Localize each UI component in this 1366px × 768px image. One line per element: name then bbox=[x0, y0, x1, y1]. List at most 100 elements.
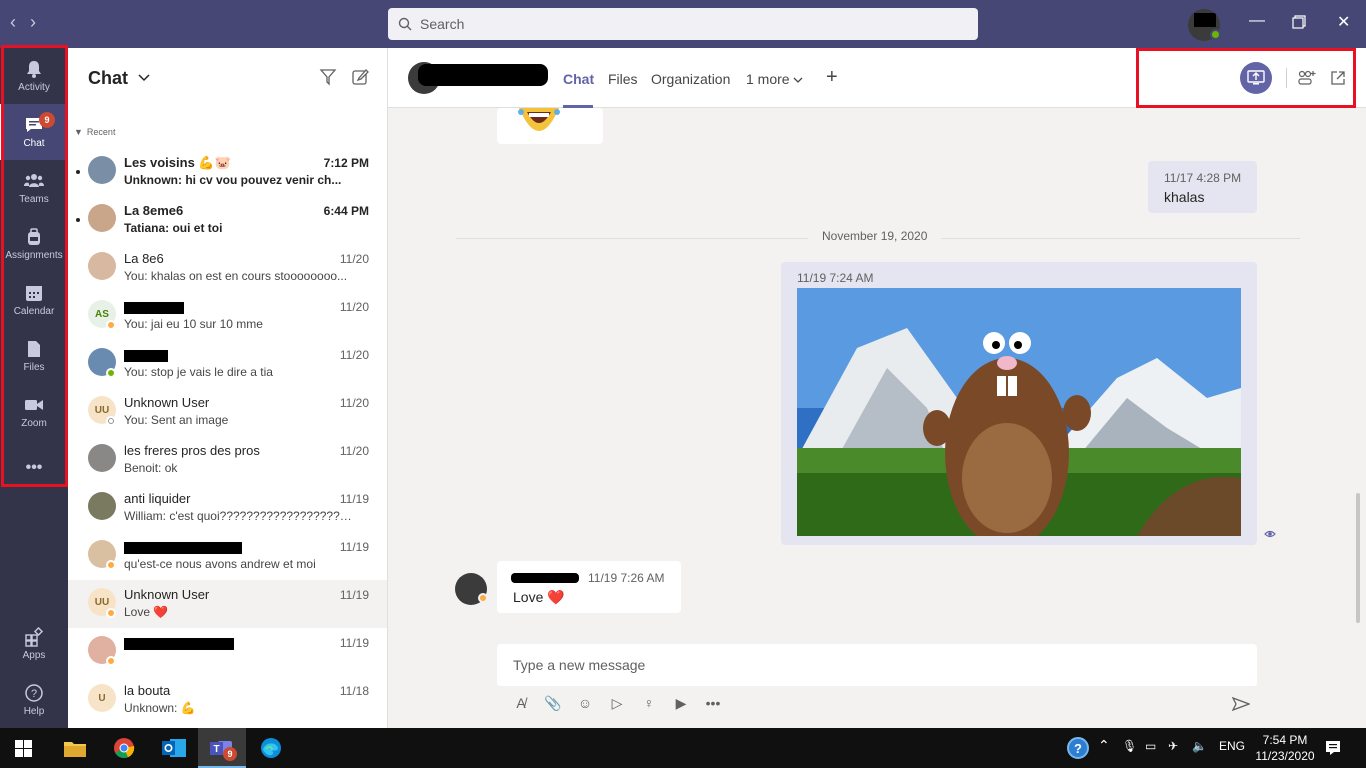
sticker-icon[interactable]: ▷ bbox=[608, 694, 626, 712]
chat-time: 6:44 PM bbox=[323, 204, 369, 218]
chat-preview: Love ❤️ bbox=[124, 605, 169, 619]
notifications-icon[interactable] bbox=[1325, 740, 1341, 756]
avatar bbox=[88, 492, 116, 520]
chat-time: 11/19 bbox=[339, 636, 369, 650]
close-icon[interactable]: ✕ bbox=[1337, 12, 1350, 32]
chat-list-rows: Les voisins 💪🐷 7:12 PM Unknown: hi cv vou … bbox=[68, 148, 387, 724]
outlook-icon[interactable] bbox=[160, 734, 188, 762]
shared-image[interactable] bbox=[797, 288, 1241, 536]
redacted-contact-name bbox=[124, 635, 234, 650]
filter-icon[interactable] bbox=[319, 68, 337, 86]
message-text: Love ❤️ bbox=[513, 589, 565, 605]
tab-chat[interactable]: Chat bbox=[563, 71, 594, 87]
chat-list-item[interactable]: AS 11/20 You: jai eu 10 sur 10 mme bbox=[68, 292, 387, 340]
received-message-bubble[interactable]: 11/19 7:26 AM Love ❤️ bbox=[497, 561, 681, 613]
minimize-icon[interactable]: — bbox=[1249, 12, 1265, 30]
message-compose-box[interactable]: Type a new message bbox=[497, 644, 1257, 688]
presence-status-icon bbox=[106, 560, 116, 570]
praise-icon[interactable]: ♀ bbox=[640, 694, 658, 712]
help-tray-icon[interactable]: ? bbox=[1067, 737, 1089, 759]
conversation-scrollbar[interactable] bbox=[1356, 493, 1360, 623]
teams-taskbar-badge: 9 bbox=[223, 747, 237, 761]
avatar bbox=[88, 444, 116, 472]
message-text: khalas bbox=[1164, 189, 1205, 205]
calendar-icon bbox=[26, 286, 42, 301]
rail-item-help[interactable]: ? Help bbox=[0, 672, 68, 728]
chat-list-item[interactable]: les freres pros des pros 11/20 Benoit: ok bbox=[68, 436, 387, 484]
send-icon[interactable] bbox=[1232, 697, 1250, 711]
new-chat-icon[interactable] bbox=[351, 68, 369, 86]
edge-icon[interactable] bbox=[257, 734, 285, 762]
microphone-icon[interactable]: 🎙 bbox=[1122, 739, 1137, 753]
chat-list-item[interactable]: Les voisins 💪🐷 7:12 PM Unknown: hi cv vou … bbox=[68, 148, 387, 196]
chat-list-item[interactable]: 11/19 bbox=[68, 628, 387, 676]
chat-list-item[interactable]: La 8eme6 6:44 PM Tatiana: oui et toi bbox=[68, 196, 387, 244]
more-apps-button[interactable]: ••• bbox=[0, 440, 68, 496]
recent-section-header[interactable]: ▼ Recent bbox=[68, 108, 387, 148]
system-clock[interactable]: 7:54 PM 11/23/2020 bbox=[1252, 732, 1318, 764]
chat-time: 11/19 bbox=[339, 540, 369, 554]
chat-preview: You: stop je vais le dire a tia bbox=[124, 365, 273, 379]
chat-list-item[interactable]: UU Unknown User 11/20 You: Sent an image bbox=[68, 388, 387, 436]
airplane-mode-icon[interactable]: ✈ bbox=[1168, 739, 1178, 753]
chevron-up-icon[interactable]: ⌃ bbox=[1098, 737, 1110, 754]
chat-preview: Tatiana: oui et toi bbox=[124, 221, 223, 235]
tab-more[interactable]: 1 more bbox=[746, 71, 803, 87]
presence-status-icon bbox=[106, 416, 116, 426]
tab-organization[interactable]: Organization bbox=[651, 71, 730, 87]
chevron-down-icon[interactable] bbox=[138, 71, 150, 85]
search-icon bbox=[398, 17, 412, 31]
search-placeholder: Search bbox=[420, 16, 465, 32]
emoji-icon[interactable]: ☺ bbox=[576, 694, 594, 712]
sent-message-bubble[interactable]: 11/17 4:28 PM khalas bbox=[1148, 161, 1257, 213]
add-people-icon[interactable] bbox=[1298, 70, 1316, 86]
chat-list-title[interactable]: Chat bbox=[88, 68, 128, 89]
chat-time: 7:12 PM bbox=[323, 156, 369, 170]
chat-list-item[interactable]: 11/20 You: stop je vais le dire a tia bbox=[68, 340, 387, 388]
share-screen-button[interactable] bbox=[1240, 62, 1272, 94]
rail-item-assignments[interactable]: Assignments bbox=[0, 216, 68, 272]
search-input[interactable]: Search bbox=[388, 8, 978, 40]
rail-item-activity[interactable]: Activity bbox=[0, 48, 68, 104]
restore-icon[interactable] bbox=[1292, 15, 1306, 34]
rail-item-files[interactable]: Files bbox=[0, 328, 68, 384]
chat-list-item[interactable]: 11/19 qu'est-ce nous avons andrew et moi bbox=[68, 532, 387, 580]
attach-icon[interactable]: 📎 bbox=[544, 694, 562, 712]
chevron-down-icon bbox=[794, 77, 803, 83]
pop-out-icon[interactable] bbox=[1330, 70, 1346, 86]
volume-icon[interactable]: 🔈 bbox=[1192, 739, 1207, 753]
file-explorer-icon[interactable] bbox=[61, 734, 89, 762]
chat-list-item[interactable]: anti liquider 11/19 William: c'est quoi???… bbox=[68, 484, 387, 532]
chat-list-item[interactable]: Ula bouta 11/18 Unknown: 💪 bbox=[68, 676, 387, 724]
add-tab-icon[interactable]: + bbox=[826, 66, 838, 89]
help-icon: ? bbox=[25, 684, 43, 702]
presence-status-icon bbox=[106, 608, 116, 618]
format-icon[interactable]: A̸ bbox=[512, 694, 530, 712]
avatar bbox=[88, 156, 116, 184]
battery-icon[interactable]: ▭ bbox=[1145, 739, 1156, 753]
chevron-left-icon[interactable]: ‹ bbox=[10, 12, 16, 33]
windows-start-icon[interactable] bbox=[15, 740, 32, 757]
rail-item-teams[interactable]: Teams bbox=[0, 160, 68, 216]
rail-item-apps[interactable]: Apps bbox=[0, 616, 68, 672]
chrome-icon[interactable] bbox=[110, 734, 138, 762]
rail-item-zoom[interactable]: Zoom bbox=[0, 384, 68, 440]
chat-preview: qu'est-ce nous avons andrew et moi bbox=[124, 557, 316, 571]
rail-item-chat[interactable]: Chat 9 bbox=[0, 104, 68, 160]
chat-list-item[interactable]: UU Unknown User 11/19 Love ❤️ bbox=[68, 580, 387, 628]
message-timestamp: 11/17 4:28 PM bbox=[1164, 171, 1242, 185]
laughing-emoji-icon bbox=[518, 108, 560, 131]
youtube-icon[interactable]: ▶ bbox=[672, 694, 690, 712]
backpack-icon bbox=[28, 228, 40, 245]
input-language[interactable]: ENG bbox=[1219, 739, 1245, 753]
bell-icon bbox=[27, 61, 41, 78]
sent-image-message[interactable]: 11/19 7:24 AM bbox=[781, 262, 1257, 545]
unread-badge: 9 bbox=[39, 112, 55, 128]
rail-item-calendar[interactable]: Calendar bbox=[0, 272, 68, 328]
chat-time: 11/18 bbox=[339, 684, 369, 698]
chat-name: les freres pros des pros bbox=[124, 443, 260, 458]
more-options-icon[interactable]: ••• bbox=[704, 694, 722, 712]
chevron-right-icon[interactable]: › bbox=[30, 12, 36, 33]
chat-list-item[interactable]: La 8e6 11/20 You: khalas on est en cours s… bbox=[68, 244, 387, 292]
tab-files[interactable]: Files bbox=[608, 71, 638, 87]
